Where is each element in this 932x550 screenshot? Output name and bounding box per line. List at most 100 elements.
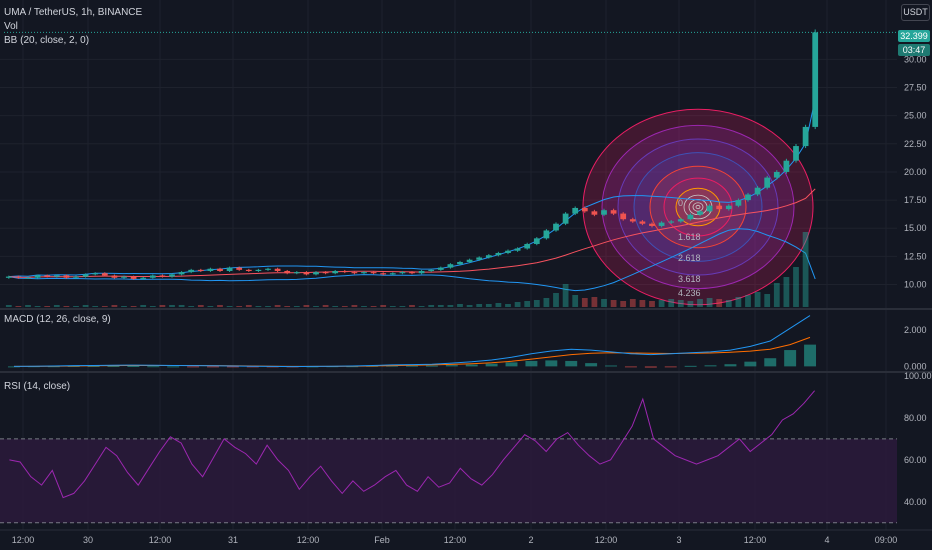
macd-histogram-bar (505, 362, 518, 367)
volume-bar (63, 306, 70, 307)
rsi-legend: RSI (14, close) (4, 381, 71, 392)
time-tick-label: 12:00 (444, 535, 467, 545)
candle-body (629, 219, 636, 222)
candle-body (562, 213, 569, 224)
candle-body (697, 211, 703, 215)
volume-bar (485, 304, 492, 307)
macd-histogram-bar (545, 360, 558, 367)
volume-bar (629, 299, 636, 307)
candle-body (53, 275, 60, 277)
candle-body (140, 277, 147, 279)
volume-bar (409, 305, 415, 307)
macd-histogram-bar (187, 366, 200, 368)
time-tick-label: 30 (83, 535, 93, 545)
candle-body (25, 277, 31, 279)
candle-body (15, 276, 22, 278)
candle-body (63, 275, 70, 278)
volume-bar (332, 306, 339, 307)
candle-body (255, 269, 262, 271)
price-tick-label: 12.50 (904, 251, 927, 261)
volume-bar (217, 305, 223, 307)
volume-bar (140, 305, 147, 307)
candle-body (725, 205, 732, 210)
volume-bar (447, 305, 454, 307)
volume-bar (178, 305, 185, 307)
macd-histogram-bar (605, 365, 617, 367)
volume-bar (293, 306, 300, 307)
time-tick-label: 12:00 (12, 535, 35, 545)
fib-level-label: 0 (678, 198, 683, 208)
volume-bar (188, 306, 195, 307)
candle-body (159, 275, 166, 277)
volume-bar (341, 306, 348, 307)
volume-bar (783, 277, 790, 307)
volume-bar (793, 267, 799, 307)
currency-badge[interactable]: USDT (901, 4, 930, 21)
macd-histogram-bar (167, 366, 180, 368)
macd-line (13, 315, 811, 368)
volume-bar (639, 300, 646, 307)
macd-histogram-bar (147, 366, 160, 368)
time-tick-label: 12:00 (744, 535, 767, 545)
price-tick-label: 20.00 (904, 167, 927, 177)
candle-body (169, 274, 175, 277)
volume-bar (82, 305, 89, 307)
symbol-legend: UMA / TetherUS, 1h, BINANCE (4, 7, 143, 18)
macd-histogram-bar (207, 366, 219, 368)
volume-bar (226, 306, 233, 307)
volume-bar (591, 297, 598, 307)
volume-bar (668, 299, 675, 307)
candle-body (303, 272, 310, 275)
candle-body (514, 248, 521, 251)
volume-bar (284, 306, 291, 307)
volume-bar (476, 304, 483, 307)
candle-body (639, 221, 646, 224)
volume-bar (245, 305, 252, 307)
candle-body (409, 272, 415, 274)
volume-bar (754, 292, 761, 307)
price-chart[interactable]: 01.6182.6183.6184.236 30.0027.5025.0022.… (0, 0, 932, 550)
volume-bar (111, 305, 118, 307)
candle-body (111, 275, 118, 278)
volume-bar (351, 305, 358, 307)
fib-level-label: 2.618 (678, 253, 701, 263)
volume-bar (514, 302, 521, 307)
volume-bar (620, 301, 627, 307)
volume-bar (428, 305, 435, 307)
volume-bar (572, 295, 579, 307)
candle-body (73, 276, 79, 278)
candle-body (649, 223, 655, 226)
candle-body (351, 272, 358, 274)
price-tick-label: 22.50 (904, 139, 927, 149)
candle-body (370, 272, 377, 274)
volume-bar (101, 306, 108, 307)
price-tick-label: 10.00 (904, 279, 927, 289)
macd-histogram-bar (525, 360, 538, 367)
candle-body (188, 269, 195, 273)
candle-body (149, 275, 156, 278)
candle-body (121, 276, 127, 278)
macd-histogram-bar (644, 366, 657, 368)
price-tick-label: 27.50 (904, 83, 927, 93)
volume-bar (255, 306, 262, 307)
candle-body (293, 272, 300, 274)
volume-bar (716, 299, 723, 307)
volume-bar (418, 306, 425, 307)
fib-level-label: 1.618 (678, 232, 701, 242)
candle-body (332, 270, 339, 274)
macd-histogram-bar (704, 365, 717, 367)
volume-bar (735, 297, 742, 307)
volume-bar (495, 303, 502, 307)
macd-tick-label: 2.000 (904, 325, 927, 335)
candle-body (677, 219, 684, 222)
candle-body (735, 200, 742, 206)
macd-legend: MACD (12, 26, close, 9) (4, 314, 111, 325)
volume-bar (207, 306, 214, 307)
candle-body (764, 177, 771, 188)
volume-bar (745, 295, 751, 307)
candle-body (92, 273, 99, 275)
candle-body (601, 210, 607, 215)
time-tick-label: 09:00 (875, 535, 898, 545)
volume-bar (169, 305, 175, 307)
volume-bar (15, 306, 22, 307)
